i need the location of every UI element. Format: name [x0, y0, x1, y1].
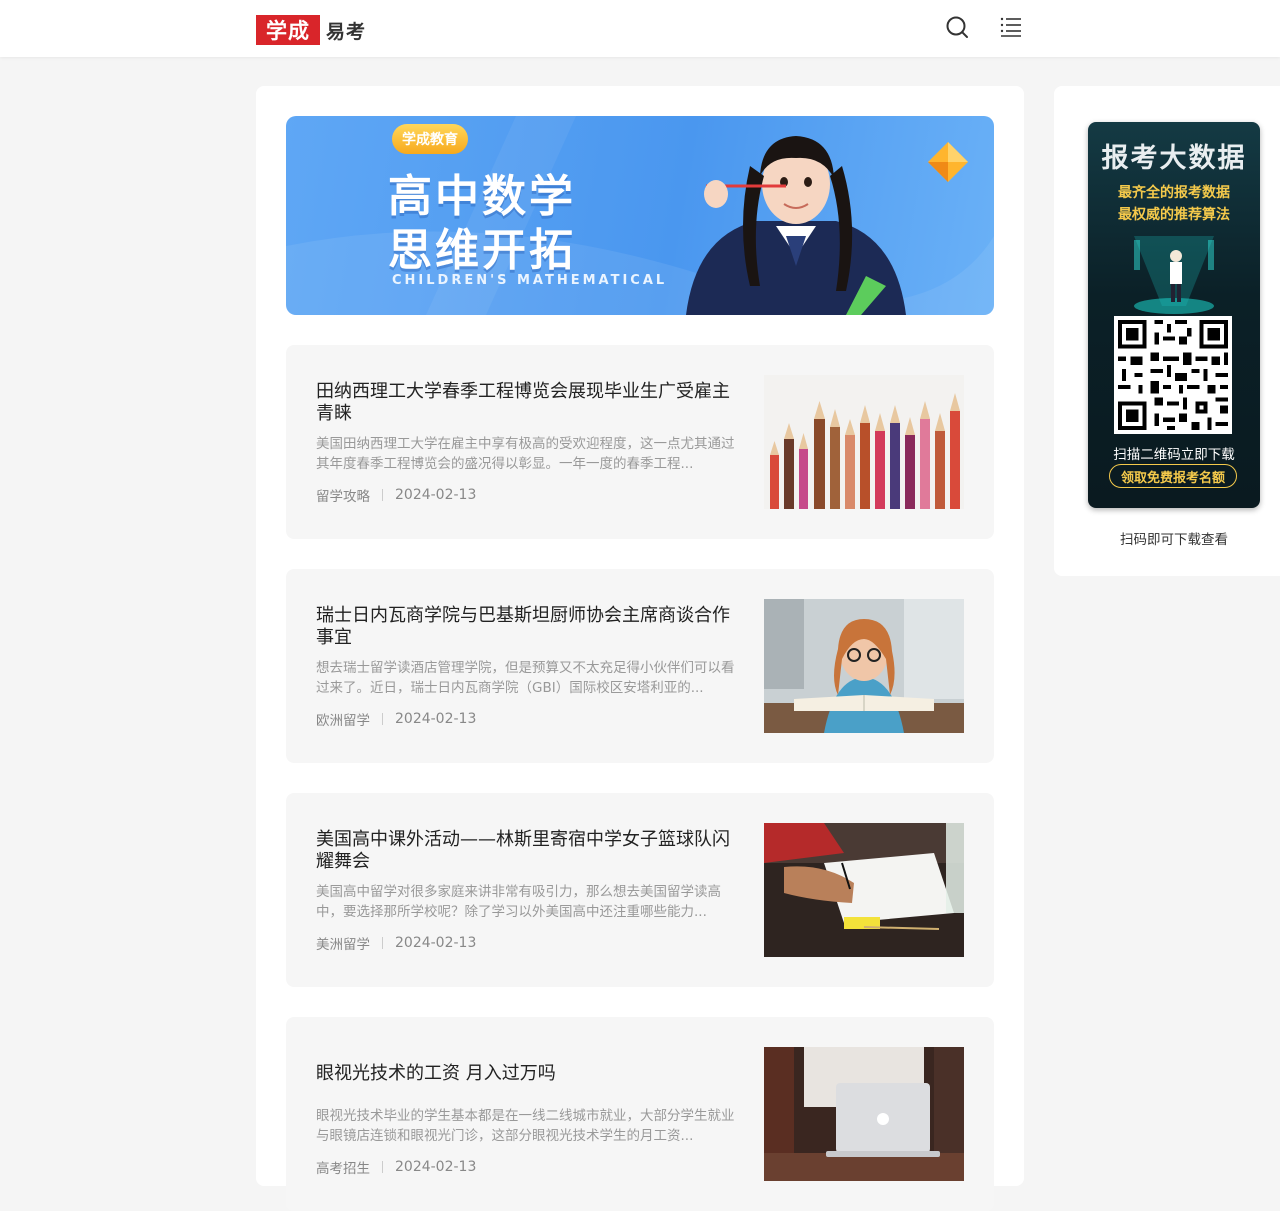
article-category[interactable]: 欧洲留学 — [316, 709, 370, 729]
article-date: 2024-02-13 — [395, 711, 477, 727]
banner-pill: 学成教育 — [392, 124, 468, 154]
article-meta: 欧洲留学 2024-02-13 — [316, 709, 476, 729]
article-date: 2024-02-13 — [395, 935, 477, 951]
article-card[interactable]: 瑞士日内瓦商学院与巴基斯坦厨师协会主席商谈合作事宜 想去瑞士留学读酒店管理学院，… — [286, 569, 994, 763]
logo-brand-text: 易考 — [326, 20, 367, 43]
article-date: 2024-02-13 — [395, 487, 477, 503]
top-header: 学成 易考 — [0, 0, 1280, 57]
article-card[interactable]: 田纳西理工大学春季工程博览会展现毕业生广受雇主青睐 美国田纳西理工大学在雇主中享… — [286, 345, 994, 539]
article-meta: 高考招生 2024-02-13 — [316, 1157, 476, 1177]
main-content: 学成教育 高中数学 思维开拓 CHILDREN'S MATHEMATICAL 田… — [256, 86, 1024, 1211]
girl-illustration — [686, 136, 906, 315]
ad-title: 报考大数据 — [1101, 143, 1247, 174]
data-visual-icon — [1134, 236, 1214, 314]
article-desc: 想去瑞士留学读酒店管理学院，但是预算又不太充足得小伙伴们可以看过来了。近日，瑞士… — [316, 660, 735, 696]
article-category[interactable]: 高考招生 — [316, 1157, 370, 1177]
ad-subtitle-2: 最权威的推荐算法 — [1118, 207, 1230, 223]
article-meta: 留学攻略 2024-02-13 — [316, 485, 476, 505]
sidebar: 报考大数据 最齐全的报考数据 最权威的推荐算法 扫描二维码立即下载 领取免费报考… — [1054, 86, 1280, 576]
article-desc: 眼视光技术毕业的学生基本都是在一线二线城市就业，大部分学生就业与眼镜店连锁和眼视… — [316, 1108, 735, 1144]
writing-desk-photo[interactable] — [764, 823, 964, 957]
article-desc: 美国田纳西理工大学在雇主中享有极高的受欢迎程度，这一点尤其通过其年度春季工程博览… — [316, 436, 735, 472]
claim-free-quota-button[interactable]: 领取免费报考名额 — [1109, 464, 1237, 488]
meta-divider — [382, 489, 383, 501]
girl-reading-photo[interactable] — [764, 599, 964, 733]
promo-banner[interactable]: 学成教育 高中数学 思维开拓 CHILDREN'S MATHEMATICAL — [286, 116, 994, 315]
article-title[interactable]: 瑞士日内瓦商学院与巴基斯坦厨师协会主席商谈合作事宜 — [316, 605, 741, 649]
ad-subtitle-1: 最齐全的报考数据 — [1118, 185, 1230, 201]
qr-code[interactable] — [1114, 316, 1232, 434]
list-menu-icon[interactable] — [998, 14, 1024, 40]
colored-pencils-photo[interactable] — [764, 375, 964, 509]
site-logo[interactable]: 学成 易考 — [256, 15, 366, 45]
article-category[interactable]: 美洲留学 — [316, 933, 370, 953]
app-download-ad[interactable]: 报考大数据 最齐全的报考数据 最权威的推荐算法 扫描二维码立即下载 领取免费报考… — [1088, 122, 1260, 508]
article-title[interactable]: 田纳西理工大学春季工程博览会展现毕业生广受雇主青睐 — [316, 381, 741, 425]
meta-divider — [382, 937, 383, 949]
article-title[interactable]: 眼视光技术的工资 月入过万吗 — [316, 1063, 741, 1085]
search-icon[interactable] — [944, 14, 970, 40]
article-card[interactable]: 美国高中课外活动——林斯里寄宿中学女子篮球队闪耀舞会 美国高中留学对很多家庭来讲… — [286, 793, 994, 987]
article-category[interactable]: 留学攻略 — [316, 485, 370, 505]
meta-divider — [382, 1161, 383, 1173]
article-desc: 美国高中留学对很多家庭来讲非常有吸引力，那么想去美国留学读高中，要选择那所学校呢… — [316, 884, 721, 920]
article-meta: 美洲留学 2024-02-13 — [316, 933, 476, 953]
article-card[interactable]: 眼视光技术的工资 月入过万吗 眼视光技术毕业的学生基本都是在一线二线城市就业，大… — [286, 1017, 994, 1211]
ad-scan-text: 扫描二维码立即下载 — [1113, 447, 1235, 463]
logo-brand-red: 学成 — [256, 15, 320, 45]
meta-divider — [382, 713, 383, 725]
laptop-photo[interactable] — [764, 1047, 964, 1181]
banner-headline-2: 思维开拓 — [388, 225, 576, 276]
sidebar-caption: 扫码即可下载查看 — [1120, 532, 1228, 548]
article-title[interactable]: 美国高中课外活动——林斯里寄宿中学女子篮球队闪耀舞会 — [316, 829, 741, 873]
diamond-icon — [928, 142, 968, 182]
banner-subtitle: CHILDREN'S MATHEMATICAL — [392, 273, 668, 288]
article-date: 2024-02-13 — [395, 1159, 477, 1175]
